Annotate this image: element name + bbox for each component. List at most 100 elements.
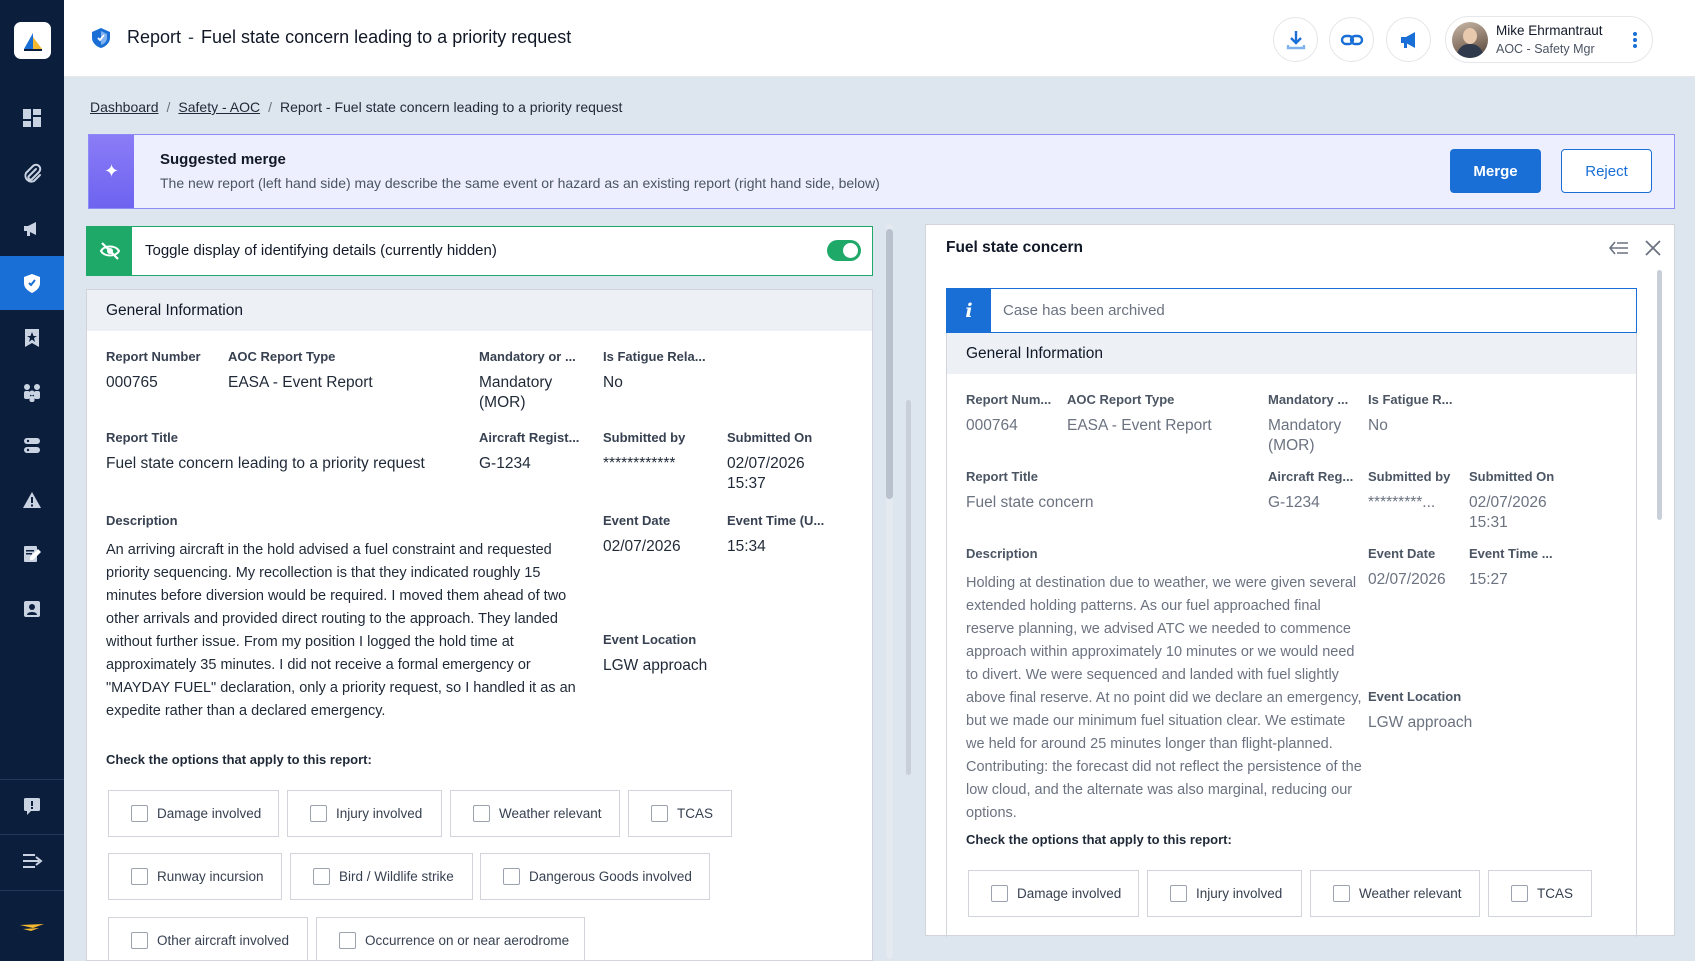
left-scrollbar[interactable]	[886, 224, 893, 959]
field-label: Submitted by	[603, 430, 686, 445]
section-title: General Information	[966, 345, 1103, 362]
checkbox[interactable]	[310, 805, 327, 822]
merge-button[interactable]: Merge	[1450, 149, 1541, 193]
nav-attachments[interactable]	[0, 147, 64, 201]
field-label: Report Title	[106, 430, 178, 445]
nav-feedback[interactable]	[0, 779, 64, 833]
report-description: An arriving aircraft in the hold advised…	[106, 542, 576, 719]
eye-off-icon	[87, 227, 132, 275]
field-label: Is Fatigue Rela...	[603, 349, 706, 364]
option-damage-involved[interactable]: Damage involved	[968, 870, 1139, 917]
identifying-details-switch[interactable]	[827, 240, 861, 261]
option-label: Injury involved	[336, 806, 423, 821]
checkbox[interactable]	[1511, 885, 1528, 902]
fatigue-value: No	[603, 374, 623, 391]
split-scrollbar[interactable]	[906, 400, 911, 775]
option-tcas[interactable]: TCAS	[1488, 870, 1592, 917]
field-label: Submitted On	[1469, 469, 1555, 484]
archived-notice: i Case has been archived	[946, 288, 1637, 333]
user-menu[interactable]: Mike Ehrmantraut AOC - Safety Mgr	[1445, 16, 1653, 63]
field-label: Mandatory or ...	[479, 349, 576, 364]
download-button[interactable]	[1273, 17, 1318, 62]
nav-announcements[interactable]	[0, 201, 64, 255]
existing-general-info: General Information Report Num... 000764…	[946, 333, 1637, 937]
copy-link-button[interactable]	[1329, 17, 1374, 62]
star-bookmark-icon	[25, 329, 39, 347]
download-icon	[1286, 30, 1305, 49]
nav-contacts[interactable]	[0, 582, 64, 636]
fatigue-value: No	[1368, 417, 1388, 434]
checkbox[interactable]	[991, 885, 1008, 902]
option-label: Occurrence on or near aerodrome	[365, 933, 570, 948]
option-bird-wildlife-strike[interactable]: Bird / Wildlife strike	[290, 853, 473, 900]
section-header: General Information	[947, 333, 1636, 374]
checkbox[interactable]	[313, 868, 330, 885]
mandatory-value: Mandatory	[1268, 417, 1342, 434]
sidebar	[0, 0, 64, 961]
info-icon: i	[947, 289, 991, 332]
option-label: Injury involved	[1196, 886, 1283, 901]
nav-dashboard[interactable]	[0, 91, 64, 145]
field-label: Event Time ...	[1469, 546, 1553, 561]
checkbox[interactable]	[1333, 885, 1350, 902]
field-label: Event Date	[1368, 546, 1436, 561]
option-other-aircraft[interactable]: Other aircraft involved	[108, 917, 308, 960]
field-label: Event Location	[603, 632, 697, 647]
checkbox[interactable]	[339, 932, 356, 949]
option-near-aerodrome[interactable]: Occurrence on or near aerodrome	[316, 917, 585, 960]
checkbox[interactable]	[131, 805, 148, 822]
checkbox[interactable]	[1170, 885, 1187, 902]
checkbox[interactable]	[503, 868, 520, 885]
shield-icon	[92, 28, 110, 48]
mandatory-value-suffix: (MOR)	[1268, 437, 1315, 454]
option-weather-relevant[interactable]: Weather relevant	[450, 790, 620, 837]
identifying-details-toggle-bar: Toggle display of identifying details (c…	[86, 226, 873, 276]
dashboard-icon	[23, 109, 41, 127]
app-logo-icon	[20, 28, 45, 53]
paperclip-icon	[24, 163, 42, 183]
sidebar-divider	[0, 890, 64, 891]
checkbox[interactable]	[651, 805, 668, 822]
user-role: AOC - Safety Mgr	[1496, 42, 1595, 56]
scrollbar-thumb[interactable]	[1657, 270, 1662, 520]
archived-text: Case has been archived	[1003, 302, 1165, 319]
option-dangerous-goods[interactable]: Dangerous Goods involved	[480, 853, 710, 900]
expand-menu-button[interactable]	[0, 834, 64, 888]
app-logo[interactable]	[14, 22, 51, 59]
breadcrumb-link-safety-aoc[interactable]: Safety - AOC	[178, 99, 260, 115]
section-title: General Information	[106, 302, 243, 319]
right-panel-scrollbar[interactable]	[1657, 235, 1662, 935]
option-damage-involved[interactable]: Damage involved	[108, 790, 279, 837]
breadcrumb-link-dashboard[interactable]: Dashboard	[90, 99, 159, 115]
breadcrumb-separator: /	[166, 99, 171, 115]
reject-button[interactable]: Reject	[1561, 149, 1652, 193]
option-injury-involved[interactable]: Injury involved	[287, 790, 442, 837]
nav-servers[interactable]	[0, 419, 64, 473]
report-description: Holding at destination due to weather, w…	[966, 575, 1362, 821]
page-title-text: Fuel state concern leading to a priority…	[201, 27, 572, 47]
field-label: Event Date	[603, 513, 671, 528]
option-injury-involved[interactable]: Injury involved	[1147, 870, 1302, 917]
event-time: 15:34	[727, 538, 766, 555]
nav-bookmarks[interactable]	[0, 311, 64, 365]
nav-safety[interactable]	[0, 256, 64, 310]
page-title-prefix: Report	[127, 27, 182, 47]
avatar	[1452, 22, 1488, 58]
submitted-on-time: 15:37	[727, 475, 766, 492]
nav-forms[interactable]	[0, 527, 64, 581]
option-weather-relevant[interactable]: Weather relevant	[1310, 870, 1480, 917]
announce-button[interactable]	[1386, 17, 1431, 62]
top-header: Report - Fuel state concern leading to a p…	[64, 0, 1695, 77]
option-runway-incursion[interactable]: Runway incursion	[108, 853, 282, 900]
option-tcas[interactable]: TCAS	[628, 790, 732, 837]
scrollbar-thumb[interactable]	[886, 229, 893, 499]
collapse-panel-icon[interactable]	[1608, 237, 1630, 259]
aoc-report-type: EASA - Event Report	[1067, 417, 1212, 434]
checkbox[interactable]	[131, 932, 148, 949]
nav-hazards[interactable]	[0, 473, 64, 527]
submitted-on-date: 02/07/2026	[1469, 494, 1547, 511]
more-options-icon[interactable]	[1628, 29, 1642, 51]
nav-people[interactable]	[0, 365, 64, 419]
checkbox[interactable]	[473, 805, 490, 822]
checkbox[interactable]	[131, 868, 148, 885]
